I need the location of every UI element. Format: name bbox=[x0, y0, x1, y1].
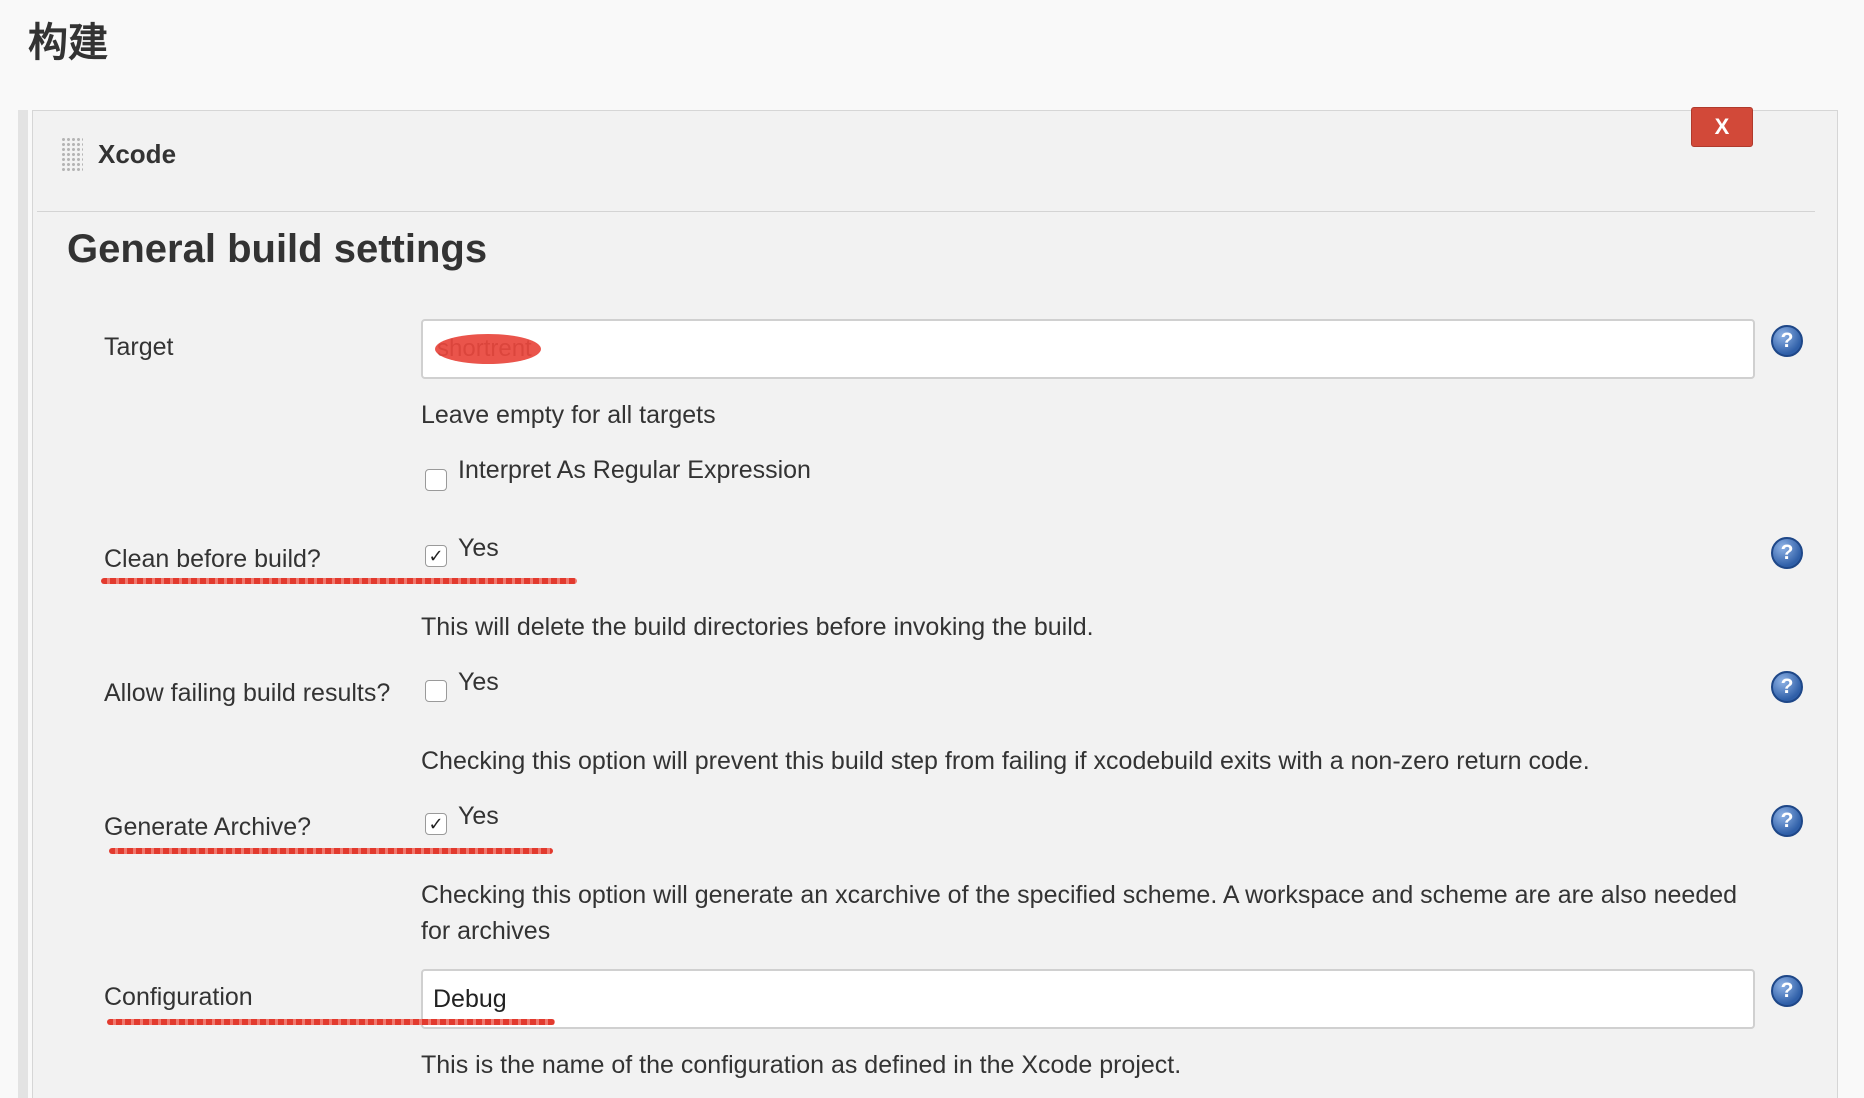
check-icon: ✓ bbox=[428, 546, 444, 566]
clean-option-label: Yes bbox=[458, 534, 499, 562]
clean-checkbox[interactable]: ✓ bbox=[425, 545, 447, 567]
archive-option-label: Yes bbox=[458, 802, 499, 830]
allow-failing-option-label: Yes bbox=[458, 668, 499, 696]
allow-failing-help-button[interactable]: ? bbox=[1771, 671, 1803, 703]
clean-description: This will delete the build directories b… bbox=[421, 613, 1094, 641]
allow-failing-checkbox[interactable] bbox=[425, 680, 447, 702]
target-description: Leave empty for all targets bbox=[421, 401, 716, 429]
left-bar bbox=[18, 110, 28, 1098]
archive-checkbox[interactable]: ✓ bbox=[425, 813, 447, 835]
target-help-button[interactable]: ? bbox=[1771, 325, 1803, 357]
archive-label: Generate Archive? bbox=[104, 813, 312, 841]
settings-heading: General build settings bbox=[67, 227, 488, 271]
regex-checkbox[interactable] bbox=[425, 469, 447, 491]
annotation-underline bbox=[109, 848, 553, 854]
check-icon: ✓ bbox=[428, 814, 444, 834]
annotation-underline bbox=[101, 578, 577, 584]
regex-label: Interpret As Regular Expression bbox=[458, 456, 811, 484]
configuration-label: Configuration bbox=[104, 983, 253, 1011]
build-step-panel: Xcode X General build settings Target sh… bbox=[32, 107, 1838, 1098]
configuration-input[interactable] bbox=[421, 969, 1755, 1029]
archive-description: Checking this option will generate an xc… bbox=[421, 881, 1738, 945]
configuration-help-button[interactable]: ? bbox=[1771, 975, 1803, 1007]
annotation-underline bbox=[107, 1019, 555, 1025]
drag-handle-icon[interactable] bbox=[61, 137, 83, 171]
redaction-mark bbox=[435, 334, 541, 364]
archive-help-button[interactable]: ? bbox=[1771, 805, 1803, 837]
allow-failing-label: Allow failing build results? bbox=[104, 679, 391, 707]
section-title: 构建 bbox=[28, 20, 108, 66]
allow-failing-description: Checking this option will prevent this b… bbox=[421, 747, 1590, 775]
clean-help-button[interactable]: ? bbox=[1771, 537, 1803, 569]
configuration-description: This is the name of the configuration as… bbox=[421, 1051, 1182, 1079]
divider bbox=[37, 211, 1815, 212]
step-name: Xcode bbox=[98, 139, 177, 169]
target-input[interactable]: shortrent bbox=[421, 319, 1755, 379]
clean-label: Clean before build? bbox=[104, 545, 321, 573]
delete-step-button[interactable]: X bbox=[1691, 107, 1753, 147]
target-label: Target bbox=[104, 333, 174, 361]
